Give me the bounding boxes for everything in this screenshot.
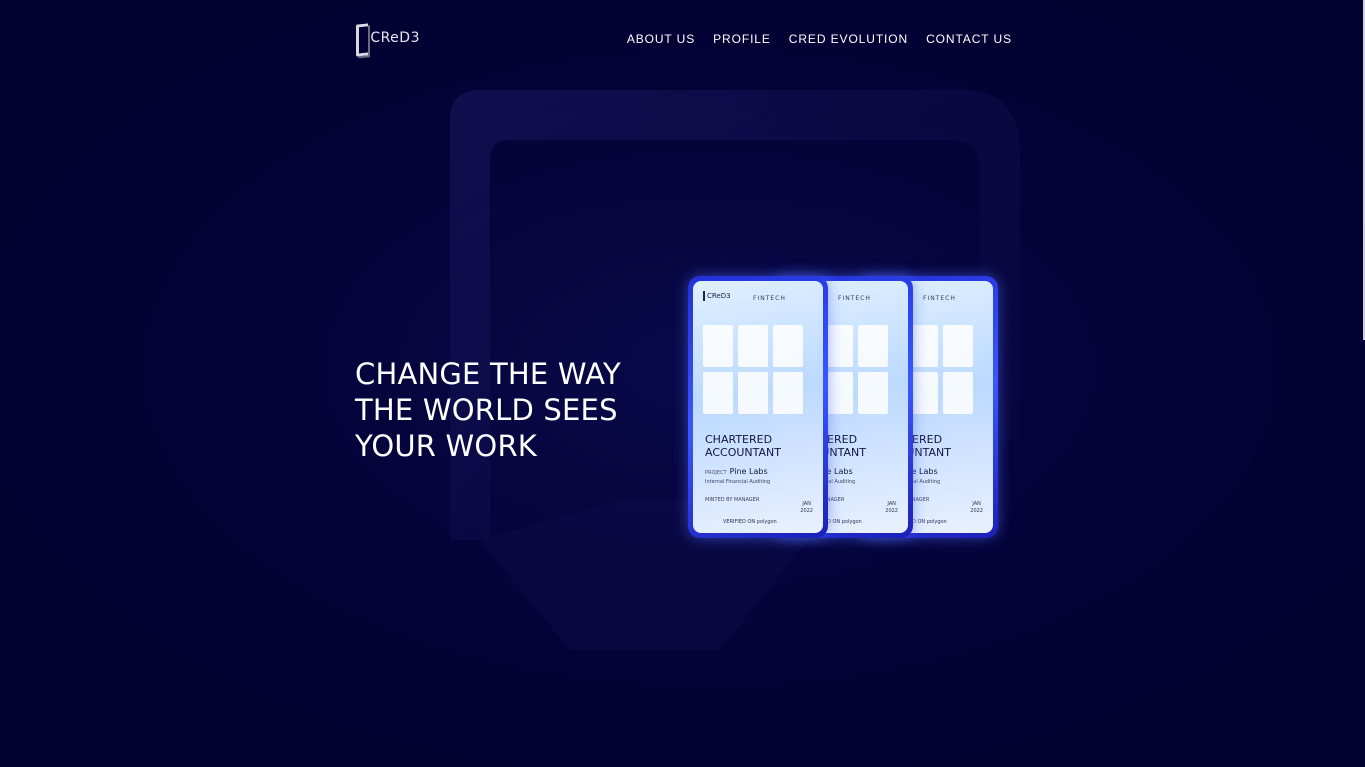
credential-cards: FINTECH CHARTEREDACCOUNTANT PROJECTPine …	[688, 276, 1003, 544]
card-date: JAN 2022	[800, 501, 813, 514]
hero-headline: CHANGE THE WAY THE WORLD SEES YOUR WORK	[355, 356, 675, 464]
card-description: Internal Financial Auditing	[705, 479, 771, 485]
card-category: FINTECH	[753, 295, 786, 302]
card-logo: CReD3	[703, 291, 731, 301]
card-category: FINTECH	[838, 295, 871, 302]
nav-cred-evolution[interactable]: CRED EVOLUTION	[789, 32, 908, 46]
credential-card-front: CReD3 FINTECH CHARTERED ACCOUNTANT PROJEC…	[688, 276, 828, 538]
headline-line-3: YOUR WORK	[355, 429, 538, 463]
card-title: CHARTEREDACCOUNTANT	[705, 433, 781, 459]
main-nav: ABOUT US PROFILE CRED EVOLUTION CONTACT …	[627, 32, 1012, 46]
card-minted: MINTED BY MANAGER	[705, 497, 760, 503]
nav-about-us[interactable]: ABOUT US	[627, 32, 695, 46]
card-tiles	[703, 325, 803, 414]
logo-bracket-icon	[356, 23, 369, 57]
card-project: PROJECTPine Labs	[705, 467, 768, 476]
landing-page: CReD3 ABOUT US PROFILE CRED EVOLUTION CO…	[0, 0, 1365, 767]
card-date: JAN 2022	[885, 501, 898, 514]
card-verified: VERIFIED ON polygon	[723, 519, 777, 525]
nav-contact-us[interactable]: CONTACT US	[926, 32, 1012, 46]
card-date: JAN 2022	[970, 501, 983, 514]
card-category: FINTECH	[923, 295, 956, 302]
headline-line-2: THE WORLD SEES	[355, 393, 618, 427]
headline-line-1: CHANGE THE WAY	[355, 357, 621, 391]
logo-text: CReD3	[370, 30, 420, 46]
cred3-logo[interactable]: CReD3	[356, 22, 420, 58]
nav-profile[interactable]: PROFILE	[713, 32, 771, 46]
site-header: CReD3 ABOUT US PROFILE CRED EVOLUTION CO…	[356, 22, 1012, 58]
